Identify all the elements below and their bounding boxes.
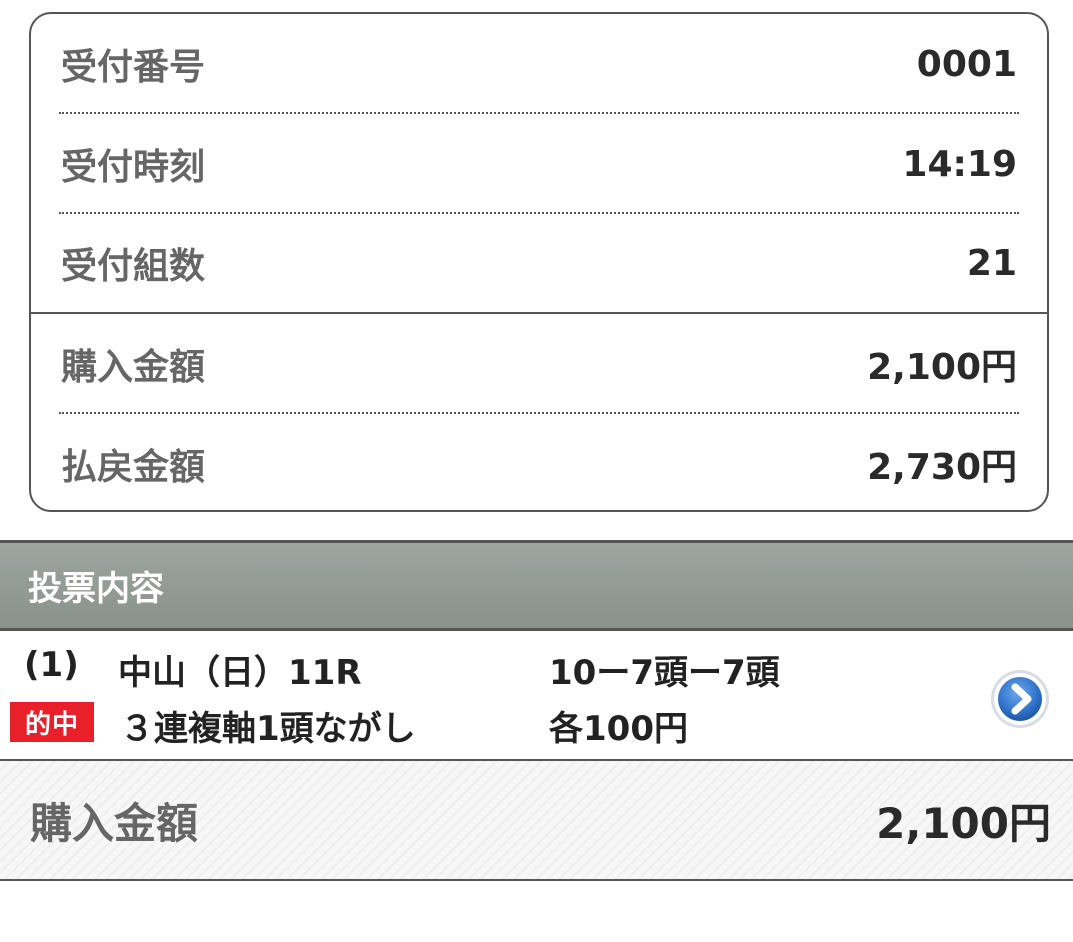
purchase-amount-label: 購入金額 [61, 347, 206, 388]
section-title: 投票内容 [28, 569, 164, 609]
total-purchase-value: 2,100円 [876, 798, 1051, 848]
receipt-time-label: 受付時刻 [61, 147, 206, 188]
receipt-time-row: 受付時刻 14:19 [31, 114, 1047, 214]
total-purchase-label: 購入金額 [30, 798, 199, 848]
bet-combination: 10ー7頭ー7頭 [549, 653, 780, 693]
receipt-info-box: 受付番号 0001 受付時刻 14:19 受付組数 21 購入金額 2,100円… [29, 12, 1049, 512]
receipt-number-row: 受付番号 0001 [31, 14, 1047, 114]
section-header: 投票内容 [0, 540, 1073, 631]
bet-list-item[interactable]: (1) 中山（日）11R 10ー7頭ー7頭 的中 ３連複軸1頭ながし 各100円 [0, 631, 1073, 761]
hit-badge: 的中 [10, 702, 94, 742]
receipt-time-value: 14:19 [902, 143, 1017, 185]
bet-type: ３連複軸1頭ながし [120, 709, 416, 749]
payout-amount-row: 払戻金額 2,730円 [31, 414, 1047, 510]
bet-amount-each: 各100円 [549, 709, 688, 749]
chevron-right-circle-icon[interactable] [990, 669, 1050, 729]
receipt-number-label: 受付番号 [61, 47, 206, 88]
payout-amount-label: 払戻金額 [61, 447, 206, 488]
purchase-amount-row: 購入金額 2,100円 [31, 314, 1047, 414]
purchase-amount-value: 2,100円 [867, 347, 1017, 388]
combination-count-label: 受付組数 [61, 246, 206, 287]
payout-amount-value: 2,730円 [867, 447, 1017, 488]
bet-race: 中山（日）11R [118, 653, 362, 693]
receipt-number-value: 0001 [916, 43, 1017, 85]
combination-count-row: 受付組数 21 [31, 214, 1047, 314]
combination-count-value: 21 [966, 242, 1017, 284]
bet-number: (1) [24, 645, 79, 685]
total-purchase-row: 購入金額 2,100円 [0, 761, 1073, 881]
